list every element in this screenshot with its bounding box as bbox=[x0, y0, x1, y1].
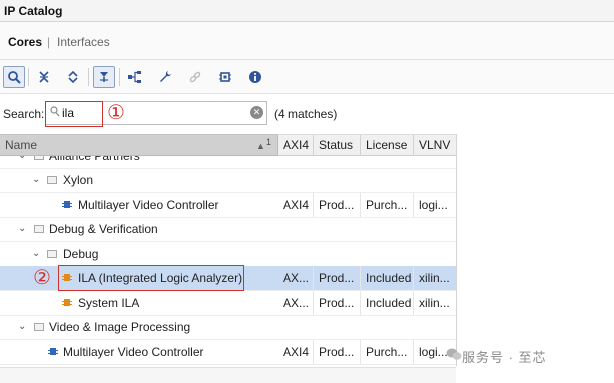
expand-toggle-icon[interactable]: ⌄ bbox=[32, 168, 40, 192]
collapse-all-icon[interactable] bbox=[33, 66, 55, 88]
column-header-axi4[interactable]: AXI4 bbox=[278, 135, 314, 156]
table-right-border bbox=[456, 134, 457, 366]
search-label: Search: bbox=[3, 107, 45, 121]
folder-icon bbox=[34, 156, 44, 160]
annotation-box-search bbox=[45, 101, 103, 127]
table-row[interactable]: ⌄ Debug bbox=[0, 242, 456, 267]
tab-separator: | bbox=[47, 35, 51, 49]
toolbar-separator bbox=[88, 68, 89, 86]
folder-icon bbox=[34, 225, 44, 233]
link-icon[interactable] bbox=[184, 66, 206, 88]
toolbar-separator bbox=[28, 68, 29, 86]
filter-icon[interactable] bbox=[93, 66, 115, 88]
expand-toggle-icon[interactable]: ⌄ bbox=[18, 156, 26, 168]
wrench-icon[interactable] bbox=[154, 66, 176, 88]
column-header-license[interactable]: License bbox=[361, 135, 414, 156]
chip-settings-icon[interactable] bbox=[214, 66, 236, 88]
column-header-status[interactable]: Status bbox=[314, 135, 361, 156]
folder-icon bbox=[34, 323, 44, 331]
ip-tree-table: ⌄ Alliance Partners ⌄ Xylon Multilayer V… bbox=[0, 156, 456, 367]
expand-all-icon[interactable] bbox=[62, 66, 84, 88]
expand-toggle-icon[interactable]: ⌄ bbox=[32, 242, 40, 266]
horizontal-scrollbar[interactable] bbox=[0, 367, 456, 383]
table-row[interactable]: Multilayer Video Controller AXI4 Prod...… bbox=[0, 340, 456, 365]
watermark-text: 服务号 · 至芯 bbox=[462, 350, 547, 365]
hierarchy-icon[interactable] bbox=[124, 66, 146, 88]
table-row[interactable]: System ILA AX... Prod... Included xilin.… bbox=[0, 291, 456, 316]
window-title: IP Catalog bbox=[4, 4, 63, 18]
match-count: (4 matches) bbox=[274, 107, 338, 121]
table-row[interactable]: Multilayer Video Controller AXI4 Prod...… bbox=[0, 193, 456, 218]
toolbar-separator bbox=[119, 68, 120, 86]
wechat-logo-icon bbox=[446, 347, 462, 361]
tab-bar: Cores | Interfaces bbox=[0, 22, 614, 60]
ip-core-icon bbox=[62, 297, 72, 308]
tab-interfaces[interactable]: Interfaces bbox=[57, 35, 110, 49]
ip-core-icon bbox=[48, 346, 58, 357]
folder-icon bbox=[47, 250, 57, 258]
search-icon[interactable] bbox=[3, 66, 25, 88]
table-row[interactable]: ⌄ Video & Image Processing bbox=[0, 315, 456, 340]
annotation-number-1: ① bbox=[107, 102, 125, 124]
table-row[interactable]: ⌄ Debug & Verification bbox=[0, 217, 456, 242]
ip-core-icon bbox=[62, 199, 72, 210]
table-row[interactable]: ⌄ Xylon bbox=[0, 168, 456, 193]
clear-search-icon[interactable]: ✕ bbox=[250, 106, 263, 119]
expand-toggle-icon[interactable]: ⌄ bbox=[18, 217, 26, 241]
expand-toggle-icon[interactable]: ⌄ bbox=[18, 315, 26, 339]
toolbar bbox=[0, 60, 614, 94]
table-row[interactable]: ⌄ Alliance Partners bbox=[0, 156, 456, 169]
column-header-vlnv[interactable]: VLNV bbox=[414, 135, 456, 156]
folder-icon bbox=[47, 176, 57, 184]
title-bar: IP Catalog bbox=[0, 0, 614, 22]
annotation-number-2: ② bbox=[33, 267, 51, 289]
header-shade bbox=[0, 134, 278, 156]
info-icon[interactable] bbox=[244, 66, 266, 88]
tab-cores[interactable]: Cores bbox=[8, 35, 42, 49]
annotation-box-ila bbox=[58, 265, 244, 291]
